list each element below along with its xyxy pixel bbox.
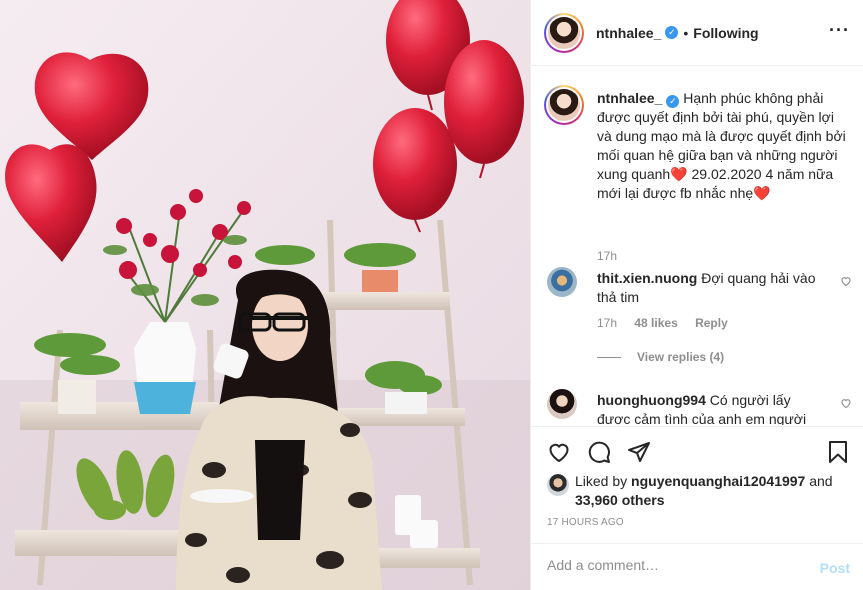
story-ring[interactable] <box>544 12 584 53</box>
comment-text: thit.xien.nuong Đợi quang hải vào thả ti… <box>597 269 819 307</box>
comment-icon[interactable] <box>587 440 611 464</box>
comment-like-heart-icon[interactable] <box>840 275 852 287</box>
comment-like-heart-icon[interactable] <box>840 397 852 409</box>
separator-dot: • <box>683 24 689 41</box>
more-horizontal-icon[interactable]: ··· <box>829 20 850 41</box>
avatar[interactable] <box>548 89 580 121</box>
comment-username[interactable]: huonghuong994 <box>597 392 706 408</box>
verified-badge-icon: ✓ <box>666 95 680 108</box>
comment-meta: 17h 48 likes Reply <box>597 316 742 330</box>
comments-section[interactable]: ntnhalee_ ✓ Hạnh phúc không phải được quy… <box>531 67 863 425</box>
liker-avatar[interactable] <box>547 474 569 496</box>
action-bar <box>531 426 863 476</box>
post-side-panel: ntnhalee_ ✓ • Following ··· ntnhalee_ ✓ H… <box>530 0 863 590</box>
add-comment-bar: Post <box>531 543 863 590</box>
following-button[interactable]: Following <box>693 25 758 41</box>
caption-username[interactable]: ntnhalee_ <box>597 90 662 106</box>
comment-likes[interactable]: 48 likes <box>634 316 677 330</box>
bookmark-icon[interactable] <box>826 440 850 464</box>
avatar[interactable] <box>548 16 580 49</box>
header-username[interactable]: ntnhalee_ <box>596 25 661 41</box>
commenter-avatar[interactable] <box>547 389 577 419</box>
caption-body: Hạnh phúc không phải được quyết định bởi… <box>597 90 846 201</box>
verified-badge-icon: ✓ <box>665 26 679 39</box>
post-timestamp[interactable]: 17 HOURS AGO <box>547 517 624 528</box>
liked-by-label: Liked by <box>575 473 628 489</box>
view-replies-button[interactable]: View replies (4) <box>597 350 724 364</box>
view-replies-label: View replies (4) <box>637 350 725 364</box>
story-ring[interactable] <box>544 85 584 125</box>
comment-input[interactable] <box>547 557 797 573</box>
post-header: ntnhalee_ ✓ • Following ··· <box>531 0 863 66</box>
comment-text: huonghuong994 Có người lấy được cảm tình… <box>597 391 819 425</box>
post-comment-button[interactable]: Post <box>820 560 850 576</box>
comment-username[interactable]: thit.xien.nuong <box>597 270 697 286</box>
likes-and: and <box>809 473 833 489</box>
heart-icon[interactable] <box>547 440 571 464</box>
post-photo[interactable] <box>0 0 530 590</box>
instagram-post: ntnhalee_ ✓ • Following ··· ntnhalee_ ✓ H… <box>0 0 863 590</box>
replies-line <box>597 356 621 358</box>
caption-text: ntnhalee_ ✓ Hạnh phúc không phải được quy… <box>597 89 847 203</box>
likes-others[interactable]: 33,960 others <box>575 492 665 508</box>
commenter-avatar[interactable] <box>547 267 577 297</box>
liker-username[interactable]: nguyenquanghai12041997 <box>631 473 805 489</box>
comment-time[interactable]: 17h <box>597 316 617 330</box>
reply-button[interactable]: Reply <box>695 316 728 330</box>
caption-time[interactable]: 17h <box>597 249 617 263</box>
send-icon[interactable] <box>627 440 651 464</box>
likes-text: Liked by nguyenquanghai12041997 and 33,9… <box>575 472 852 510</box>
photo-illustration <box>0 0 530 590</box>
